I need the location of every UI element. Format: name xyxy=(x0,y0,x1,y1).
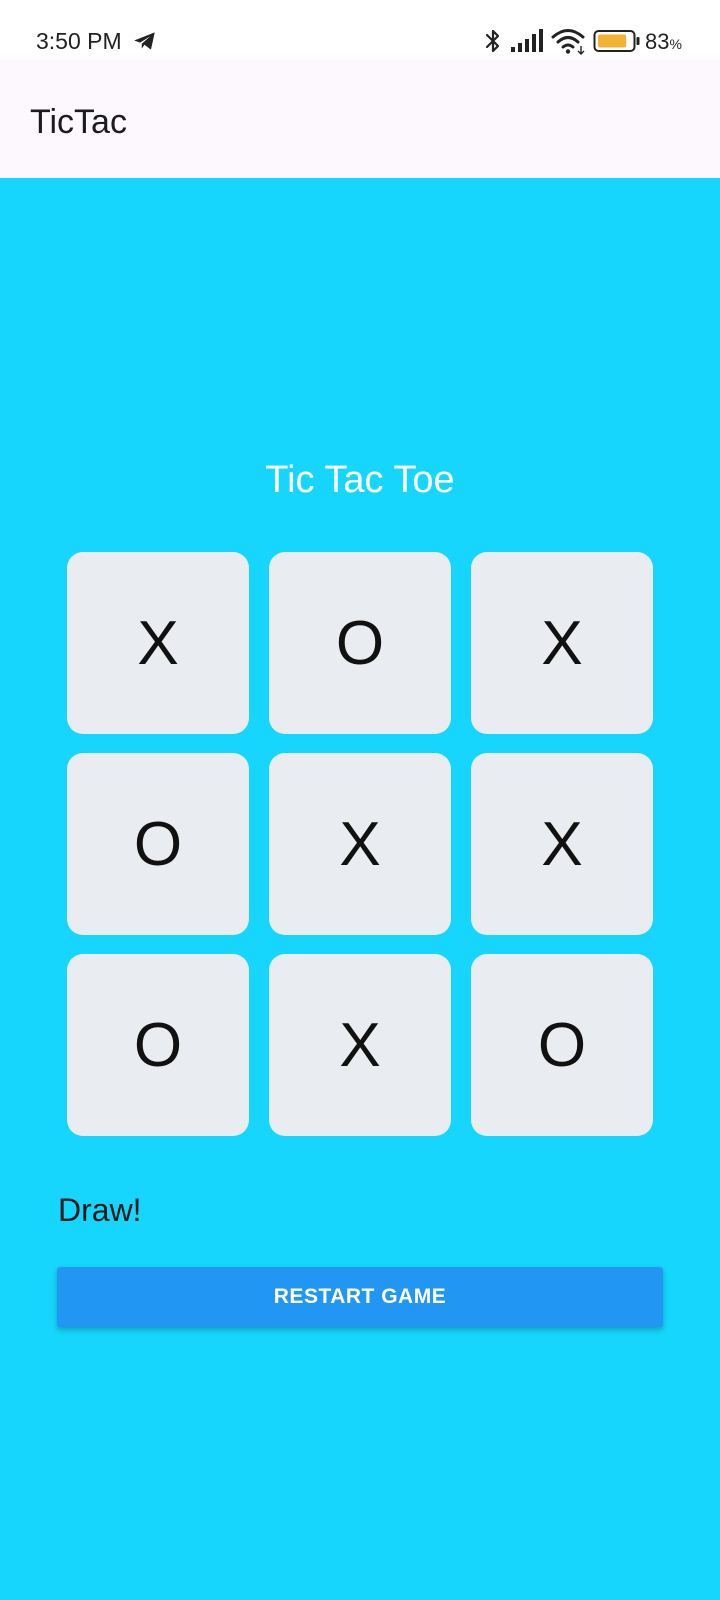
board-cell-1-1[interactable]: X xyxy=(67,552,249,734)
board-cell-3-3[interactable]: O xyxy=(471,954,653,1136)
restart-game-button[interactable]: RESTART GAME xyxy=(57,1267,663,1327)
signal-icon xyxy=(511,29,543,52)
board-cell-1-3[interactable]: X xyxy=(471,552,653,734)
telegram-icon xyxy=(134,32,155,50)
game-board: X O X O X X O X O xyxy=(67,552,653,1138)
status-bar: 3:50 PM 83% xyxy=(0,0,720,60)
board-cell-3-1[interactable]: O xyxy=(67,954,249,1136)
battery-percent: 83% xyxy=(645,29,682,54)
app-title: TicTac xyxy=(30,103,127,141)
game-title: Tic Tac Toe xyxy=(265,459,455,501)
board-cell-3-2[interactable]: X xyxy=(269,954,451,1136)
battery-icon xyxy=(593,30,640,52)
game-result-text: Draw! xyxy=(58,1192,142,1228)
bluetooth-icon xyxy=(485,29,500,53)
app-bar: TicTac xyxy=(0,60,720,178)
status-time: 3:50 PM xyxy=(36,28,122,54)
board-cell-2-2[interactable]: X xyxy=(269,753,451,935)
board-cell-1-2[interactable]: O xyxy=(269,552,451,734)
wifi-icon xyxy=(551,29,585,55)
board-cell-2-3[interactable]: X xyxy=(471,753,653,935)
board-cell-2-1[interactable]: O xyxy=(67,753,249,935)
